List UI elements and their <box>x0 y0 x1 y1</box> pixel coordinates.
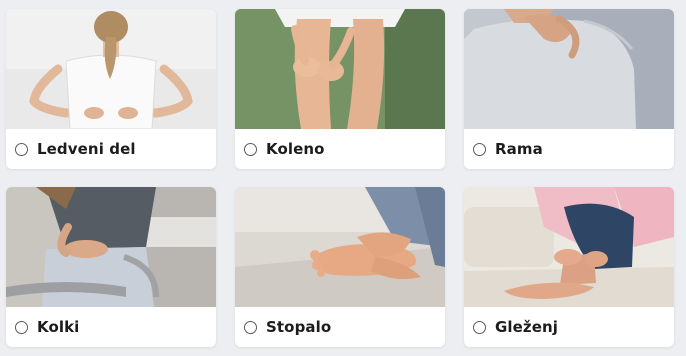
option-row[interactable]: Koleno <box>235 129 445 169</box>
option-row[interactable]: Ledveni del <box>6 129 216 169</box>
option-label: Rama <box>495 140 543 158</box>
option-label: Stopalo <box>266 318 332 336</box>
option-card-lower-back[interactable]: Ledveni del <box>6 9 216 169</box>
option-row[interactable]: Rama <box>464 129 674 169</box>
foot-pain-photo <box>235 187 445 307</box>
radio-button[interactable] <box>244 142 257 156</box>
radio-button[interactable] <box>473 320 486 334</box>
radio-button[interactable] <box>244 320 257 334</box>
radio-button[interactable] <box>15 142 28 156</box>
option-card-shoulder[interactable]: Rama <box>464 9 674 169</box>
option-label: Ledveni del <box>37 140 136 158</box>
pain-area-options-grid: Ledveni del Koleno Rama Kolki Stopalo Gl… <box>0 0 686 356</box>
option-card-hips[interactable]: Kolki <box>6 187 216 347</box>
shoulder-pain-photo <box>464 9 674 129</box>
option-label: Gleženj <box>495 318 559 336</box>
knee-pain-photo <box>235 9 445 129</box>
option-card-foot[interactable]: Stopalo <box>235 187 445 347</box>
lower-back-pain-photo <box>6 9 216 129</box>
ankle-pain-photo <box>464 187 674 307</box>
radio-button[interactable] <box>473 142 486 156</box>
option-row[interactable]: Stopalo <box>235 307 445 347</box>
option-label: Kolki <box>37 318 80 336</box>
option-row[interactable]: Gleženj <box>464 307 674 347</box>
option-card-knee[interactable]: Koleno <box>235 9 445 169</box>
radio-button[interactable] <box>15 320 28 334</box>
hip-pain-photo <box>6 187 216 307</box>
option-label: Koleno <box>266 140 325 158</box>
option-row[interactable]: Kolki <box>6 307 216 347</box>
option-card-ankle[interactable]: Gleženj <box>464 187 674 347</box>
